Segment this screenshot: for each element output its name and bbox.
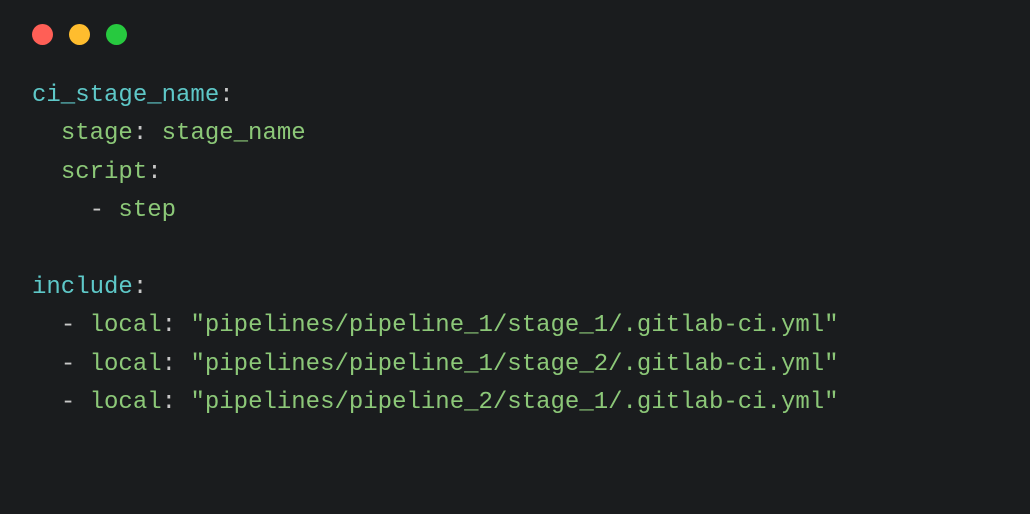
dash: - [90, 197, 104, 224]
code-block: ci_stage_name: stage: stage_name script:… [32, 77, 998, 423]
colon: : [133, 120, 147, 147]
include-value: "pipelines/pipeline_2/stage_1/.gitlab-ci… [190, 389, 838, 416]
include-local-key: local [90, 312, 162, 339]
job-name: ci_stage_name [32, 82, 219, 109]
colon: : [133, 274, 147, 301]
close-icon[interactable] [32, 24, 53, 45]
colon: : [219, 82, 233, 109]
step: step [118, 197, 176, 224]
include-local-key: local [90, 351, 162, 378]
colon: : [162, 312, 176, 339]
colon: : [162, 389, 176, 416]
dash: - [61, 351, 75, 378]
maximize-icon[interactable] [106, 24, 127, 45]
traffic-lights [32, 24, 998, 45]
dash: - [61, 389, 75, 416]
stage-key: stage [61, 120, 133, 147]
minimize-icon[interactable] [69, 24, 90, 45]
include-value: "pipelines/pipeline_1/stage_2/.gitlab-ci… [190, 351, 838, 378]
colon: : [162, 351, 176, 378]
stage-value: stage_name [162, 120, 306, 147]
include-key: include [32, 274, 133, 301]
include-local-key: local [90, 389, 162, 416]
include-value: "pipelines/pipeline_1/stage_1/.gitlab-ci… [190, 312, 838, 339]
code-window: ci_stage_name: stage: stage_name script:… [0, 0, 1030, 514]
colon: : [147, 159, 161, 186]
script-key: script [61, 159, 147, 186]
dash: - [61, 312, 75, 339]
